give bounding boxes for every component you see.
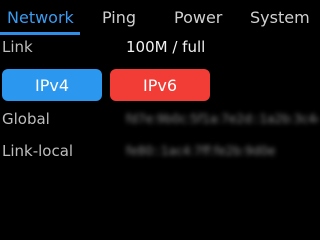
tab-bar: Network Ping Power System <box>0 0 320 36</box>
link-local-address: fe80::1ac4:7ff:fe2b:9d0e <box>126 144 276 158</box>
tab-system[interactable]: System <box>250 8 310 27</box>
link-label: Link <box>2 38 33 56</box>
global-label: Global <box>2 110 50 128</box>
active-tab-indicator <box>0 32 80 35</box>
link-value: 100M / full <box>126 38 206 56</box>
tab-network[interactable]: Network <box>7 8 74 27</box>
ipv6-button[interactable]: IPv6 <box>110 69 210 101</box>
tab-ping[interactable]: Ping <box>102 8 136 27</box>
tab-power[interactable]: Power <box>174 8 222 27</box>
global-address: fd7e:9b0c:5f1a:7e2d::1a2b:3c4d <box>126 112 318 126</box>
link-local-label: Link-local <box>2 142 74 160</box>
ipv4-button[interactable]: IPv4 <box>2 69 102 101</box>
